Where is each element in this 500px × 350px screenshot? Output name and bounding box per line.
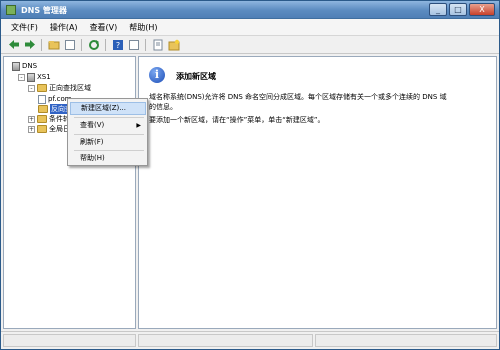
ctx-view[interactable]: 查看(V) ▶ (70, 119, 146, 132)
forward-arrow-icon[interactable] (23, 38, 36, 51)
console-icon[interactable] (151, 38, 164, 51)
menu-view[interactable]: 查看(V) (84, 20, 124, 35)
menu-help[interactable]: 帮助(H) (123, 20, 163, 35)
refresh-icon[interactable] (87, 38, 100, 51)
svg-text:?: ? (115, 41, 119, 50)
toolbar-separator (41, 38, 42, 51)
info-icon: i (149, 67, 165, 83)
status-bar (1, 331, 499, 349)
maximize-button[interactable]: □ (449, 3, 467, 16)
details-pane: i 添加新区域 域名称系统(DNS)允许将 DNS 命名空间分成区域。每个区域存… (138, 56, 497, 329)
status-cell (138, 334, 313, 347)
context-menu: 新建区域(Z)... 查看(V) ▶ 刷新(F) 帮助(H) (67, 98, 148, 166)
help-icon[interactable]: ? (111, 38, 124, 51)
ctx-view-label: 查看(V) (80, 121, 105, 129)
tree-label: 正向查找区域 (49, 84, 91, 92)
show-tree-icon[interactable] (63, 38, 76, 51)
description-line-1: 域名称系统(DNS)允许将 DNS 命名空间分成区域。每个区域存储有关一个或多个… (149, 93, 447, 101)
toolbar-separator (105, 38, 106, 51)
folder-icon (37, 125, 47, 133)
ctx-help[interactable]: 帮助(H) (70, 152, 146, 165)
collapse-toggle[interactable]: - (18, 73, 25, 81)
console-tree-pane: DNS - XS1 - 正向查找区域 pf.com 反向查找区域 + 条件转发器… (3, 56, 136, 329)
expand-toggle[interactable]: + (28, 125, 35, 133)
description-line-2: 的信息。 (149, 103, 177, 111)
menu-bar: 文件(F) 操作(A) 查看(V) 帮助(H) (1, 19, 499, 36)
dns-app-icon (6, 5, 16, 15)
title-bar[interactable]: DNS 管理器 _ □ X (1, 1, 499, 19)
folder-icon (38, 105, 48, 113)
status-cell (3, 334, 136, 347)
minimize-button[interactable]: _ (429, 3, 447, 16)
properties-icon[interactable] (127, 38, 140, 51)
server-icon (27, 72, 35, 82)
tree-node-forward-zone[interactable]: - 正向查找区域 (28, 83, 91, 93)
ctx-refresh[interactable]: 刷新(F) (70, 136, 146, 149)
zone-icon (38, 94, 46, 104)
tree-label: DNS (22, 62, 38, 70)
toolbar-separator (145, 38, 146, 51)
dns-manager-window: DNS 管理器 _ □ X 文件(F) 操作(A) 查看(V) 帮助(H) ? (0, 0, 500, 350)
status-cell (315, 334, 497, 347)
back-arrow-icon[interactable] (7, 38, 20, 51)
toolbar: ? (1, 36, 499, 54)
toolbar-separator (81, 38, 82, 51)
tree-node-server[interactable]: - XS1 (18, 72, 51, 82)
dns-icon (12, 61, 20, 71)
window-title: DNS 管理器 (21, 6, 67, 15)
menu-separator (74, 150, 144, 151)
folder-icon (37, 115, 47, 123)
submenu-arrow-icon: ▶ (136, 122, 141, 129)
window-controls: _ □ X (429, 3, 495, 16)
menu-separator (74, 134, 144, 135)
menu-separator (74, 117, 144, 118)
instruction-text: 要添加一个新区域，请在“操作”菜单，单击“新建区域”。 (149, 116, 325, 124)
new-zone-icon[interactable] (167, 38, 180, 51)
up-folder-icon[interactable] (47, 38, 60, 51)
ctx-new-zone[interactable]: 新建区域(Z)... (70, 102, 146, 115)
content-title: 添加新区域 (176, 72, 216, 81)
expand-toggle[interactable]: + (28, 115, 35, 123)
folder-icon (37, 84, 47, 92)
menu-file[interactable]: 文件(F) (5, 20, 44, 35)
tree-node-dns[interactable]: DNS (12, 61, 37, 71)
tree-label: XS1 (37, 73, 51, 81)
menu-action[interactable]: 操作(A) (44, 20, 84, 35)
collapse-toggle[interactable]: - (28, 84, 35, 92)
close-button[interactable]: X (469, 3, 495, 16)
